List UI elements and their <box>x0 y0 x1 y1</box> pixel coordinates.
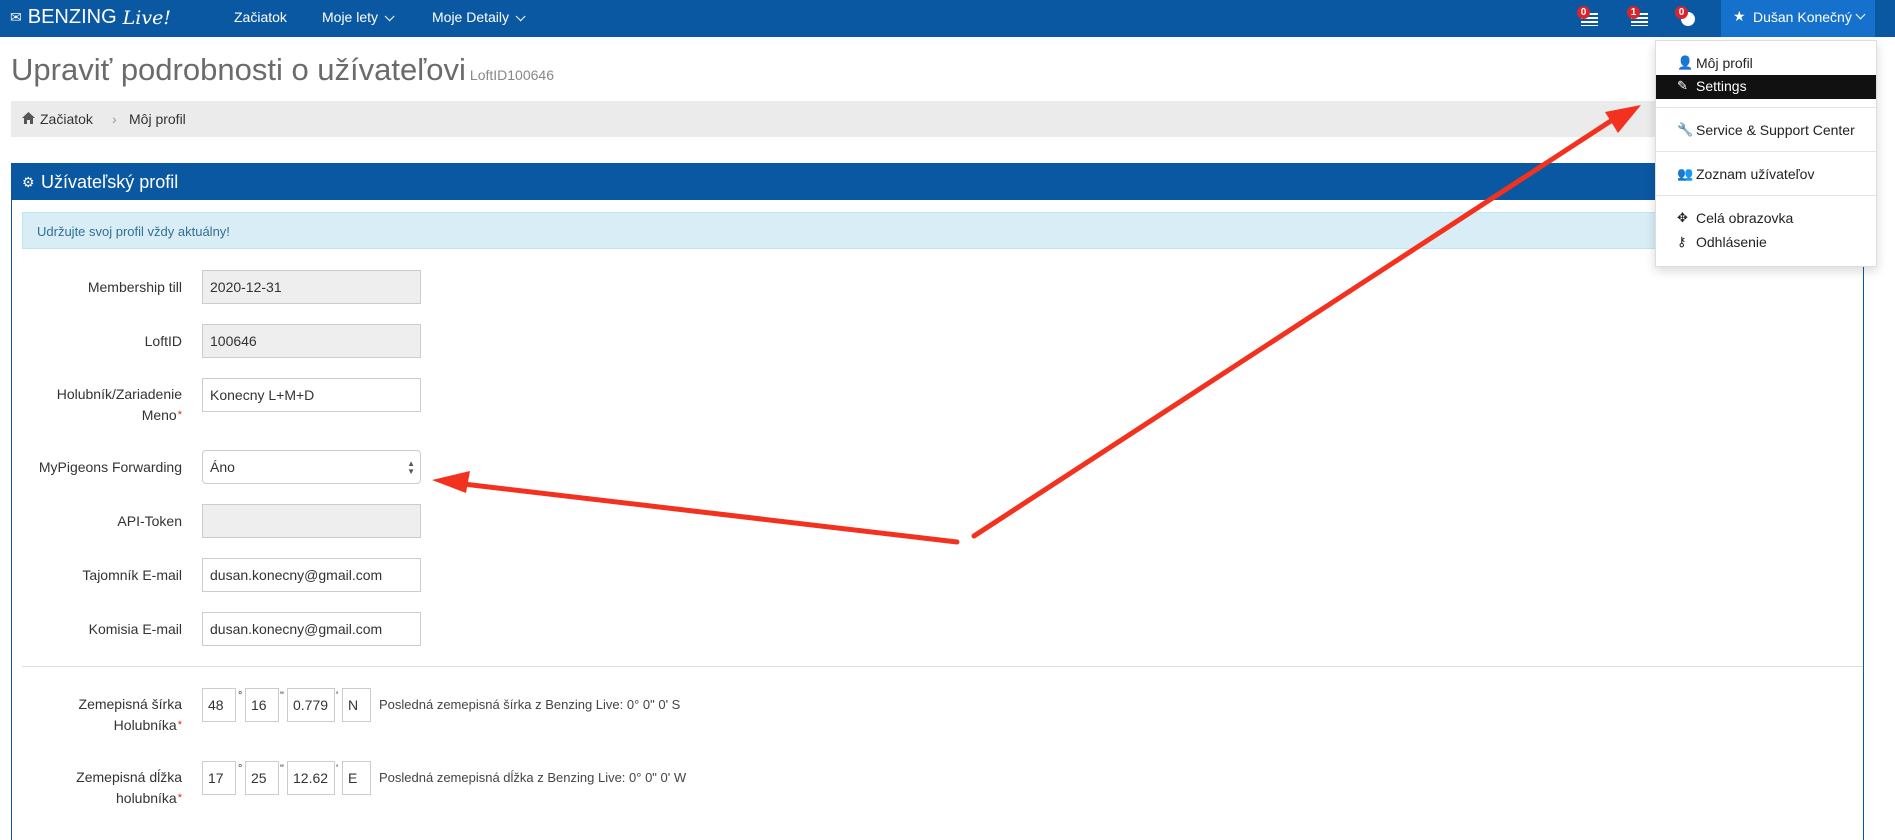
annotation-arrows <box>432 105 1641 545</box>
annotation-arrow-to-settings <box>971 105 1641 539</box>
annotation-arrow-to-forwarding <box>432 471 960 545</box>
